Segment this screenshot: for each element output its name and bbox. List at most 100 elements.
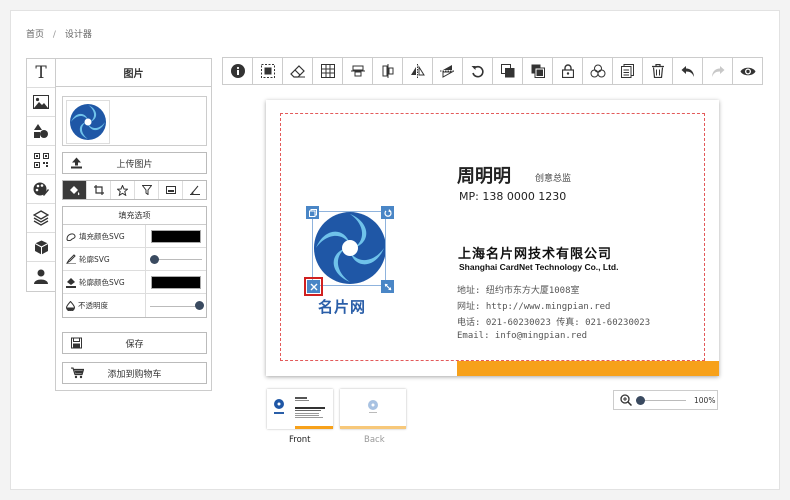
breadcrumb-home[interactable]: 首页 xyxy=(26,30,44,40)
front-thumbnail-preview xyxy=(274,397,333,429)
card-canvas[interactable]: 名片网 周明明 创意总监 MP: 138 0000 1230 上海名片网技术有限… xyxy=(266,100,719,376)
card-job-title[interactable]: 创意总监 xyxy=(535,171,571,184)
image-panel: 图片 上传图片 填充选项 填充颜色SVG 轮廓SVG 轮廓颜色SVG 不透明度 … xyxy=(55,58,212,391)
delete-button[interactable] xyxy=(643,58,673,84)
upload-image-button[interactable]: 上传图片 xyxy=(62,152,207,174)
copy-handle-icon xyxy=(308,208,317,217)
info-button[interactable] xyxy=(223,58,253,84)
card-address[interactable]: 地址: 纽约市东方大厦1008室 xyxy=(457,283,580,296)
send-back-icon xyxy=(531,64,545,78)
tab-layers[interactable] xyxy=(27,204,55,233)
outline-row: 轮廓SVG xyxy=(63,248,206,271)
group-icon xyxy=(590,64,605,78)
tab-skew[interactable] xyxy=(183,181,206,199)
uploaded-image-thumb[interactable] xyxy=(66,100,110,144)
breadcrumb: 首页 / 设计器 xyxy=(26,27,98,40)
redo-button[interactable] xyxy=(703,58,733,84)
select-icon xyxy=(260,64,275,78)
page-thumb-front[interactable] xyxy=(267,389,333,429)
tab-mask[interactable] xyxy=(111,181,135,199)
grid-button[interactable] xyxy=(313,58,343,84)
resize-icon xyxy=(384,283,391,290)
qrcode-icon xyxy=(33,152,49,168)
page-label-front[interactable]: Front xyxy=(289,435,311,445)
logo-text[interactable]: 名片网 xyxy=(318,296,366,317)
tab-fill[interactable] xyxy=(63,181,87,199)
info-icon xyxy=(230,64,245,78)
rotate-button[interactable] xyxy=(463,58,493,84)
resize-handle[interactable] xyxy=(381,280,394,293)
zoom-level: 100% xyxy=(694,395,716,405)
align-center-h-icon xyxy=(350,65,365,77)
outline-slider[interactable] xyxy=(146,248,206,270)
opacity-drop-icon xyxy=(66,300,75,311)
opacity-row: 不透明度 xyxy=(63,294,206,317)
upload-icon xyxy=(71,157,82,169)
selection-box xyxy=(312,211,386,286)
lock-icon xyxy=(561,64,574,78)
save-button[interactable]: 保存 xyxy=(62,332,207,354)
fill-color-swatch[interactable] xyxy=(151,229,201,243)
accent-bar[interactable] xyxy=(457,361,719,376)
editor-toolbar xyxy=(222,57,763,85)
flip-horizontal-icon xyxy=(411,64,425,78)
card-phone[interactable]: 电话: 021-60230023 传真: 021-60230023 xyxy=(457,315,650,328)
tab-text[interactable]: T xyxy=(27,59,55,88)
card-mobile[interactable]: MP: 138 0000 1230 xyxy=(459,190,566,203)
breadcrumb-separator: / xyxy=(52,30,56,40)
user-icon xyxy=(34,269,48,284)
copy-handle[interactable] xyxy=(306,206,319,219)
paint-bucket-icon xyxy=(70,185,80,195)
add-to-cart-label: 添加到购物车 xyxy=(107,369,162,380)
add-to-cart-button[interactable]: 添加到购物车 xyxy=(62,362,207,384)
delete-handle[interactable] xyxy=(304,277,323,296)
align-vertical-button[interactable] xyxy=(373,58,403,84)
image-edit-tabs xyxy=(62,180,207,200)
bring-front-icon xyxy=(500,64,514,78)
page-thumb-back[interactable] xyxy=(340,389,406,429)
card-company[interactable]: 上海名片网技术有限公司 xyxy=(458,243,612,262)
card-email[interactable]: Email: info@mingpian.red xyxy=(457,331,587,341)
tab-filter[interactable] xyxy=(135,181,159,199)
fill-color-row: 填充颜色SVG xyxy=(63,225,206,248)
border-icon xyxy=(165,186,176,194)
opacity-slider[interactable] xyxy=(146,294,206,317)
group-button[interactable] xyxy=(583,58,613,84)
opacity-label: 不透明度 xyxy=(78,301,108,310)
tab-crop[interactable] xyxy=(87,181,111,199)
flip-horizontal-button[interactable] xyxy=(403,58,433,84)
card-company-en[interactable]: Shanghai CardNet Technology Co., Ltd. xyxy=(459,262,618,272)
zoom-slider[interactable] xyxy=(636,395,686,405)
tab-user[interactable] xyxy=(27,262,55,291)
opacity-slider-knob[interactable] xyxy=(195,301,204,310)
align-horizontal-button[interactable] xyxy=(343,58,373,84)
zoom-in-icon[interactable] xyxy=(620,394,632,406)
zoom-slider-knob[interactable] xyxy=(636,395,645,405)
rotate-handle[interactable] xyxy=(381,206,394,219)
flip-vertical-button[interactable] xyxy=(433,58,463,84)
outline-slider-knob[interactable] xyxy=(150,254,159,264)
bring-front-button[interactable] xyxy=(493,58,523,84)
tab-templates[interactable] xyxy=(27,233,55,262)
image-icon xyxy=(33,95,49,109)
filter-icon xyxy=(141,185,152,195)
tab-image[interactable] xyxy=(27,88,55,117)
fill-options-title: 填充选项 xyxy=(63,207,206,225)
flip-vertical-icon xyxy=(440,65,455,78)
tab-clipart[interactable] xyxy=(27,175,55,204)
send-back-button[interactable] xyxy=(523,58,553,84)
card-website[interactable]: 网址: http://www.mingpian.red xyxy=(457,299,610,312)
duplicate-button[interactable] xyxy=(613,58,643,84)
select-all-button[interactable] xyxy=(253,58,283,84)
card-name[interactable]: 周明明 xyxy=(457,162,511,188)
page-label-back[interactable]: Back xyxy=(364,435,385,445)
tab-border[interactable] xyxy=(159,181,183,199)
eraser-button[interactable] xyxy=(283,58,313,84)
undo-button[interactable] xyxy=(673,58,703,84)
save-icon xyxy=(71,337,82,349)
tab-qrcode[interactable] xyxy=(27,146,55,175)
tab-shapes[interactable] xyxy=(27,117,55,146)
preview-button[interactable] xyxy=(733,58,762,84)
outline-color-swatch[interactable] xyxy=(151,275,201,289)
lock-button[interactable] xyxy=(553,58,583,84)
